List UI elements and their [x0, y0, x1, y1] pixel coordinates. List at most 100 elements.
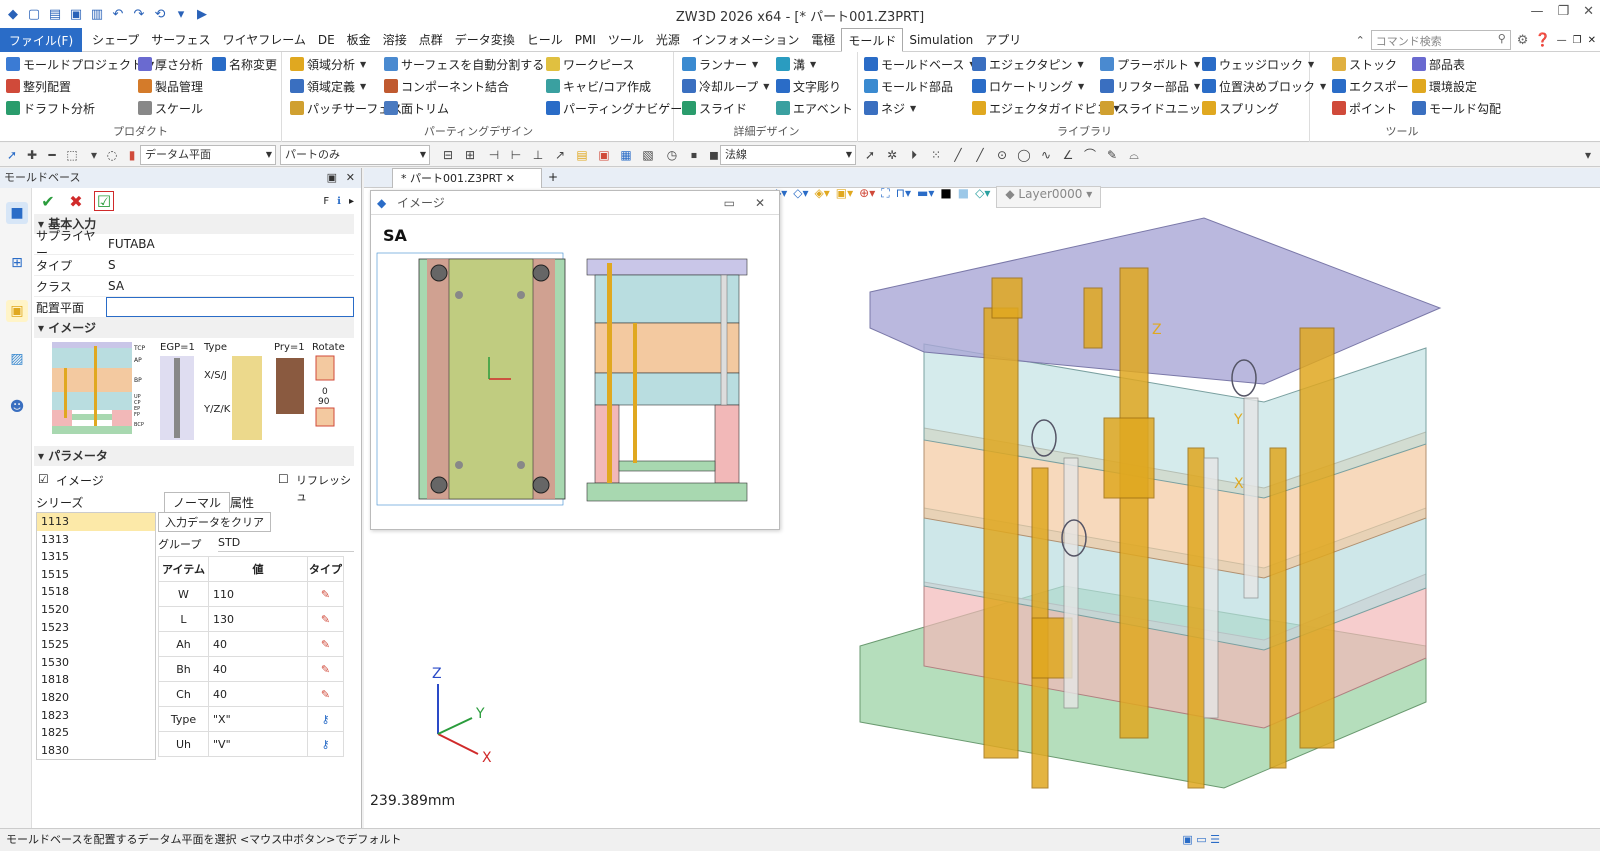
- series-item[interactable]: 1515: [37, 566, 155, 584]
- moldbase-button[interactable]: モールドベース▼: [864, 54, 976, 74]
- normal-combo[interactable]: 法線 ▼: [720, 145, 856, 165]
- option-a-icon[interactable]: F: [323, 196, 329, 207]
- product-manage-button[interactable]: 製品管理: [138, 76, 203, 96]
- ribbon-tab[interactable]: データ変換: [449, 28, 521, 52]
- gear-snap-icon[interactable]: ✲: [884, 147, 900, 163]
- option-c-icon[interactable]: ▸: [349, 196, 354, 207]
- view-c-icon[interactable]: ▧: [640, 147, 656, 163]
- doc-minimize-icon[interactable]: —: [1557, 35, 1567, 46]
- command-search-input[interactable]: コマンド検索 ⚲: [1370, 30, 1511, 50]
- series-item[interactable]: 1523: [37, 619, 155, 637]
- line-icon[interactable]: ╱: [950, 147, 966, 163]
- info-icon[interactable]: ℹ: [337, 196, 341, 207]
- doc-tab-part001[interactable]: * パート001.Z3PRT ✕: [392, 168, 542, 188]
- edit-pencil-icon[interactable]: ✎: [307, 631, 344, 657]
- add-icon[interactable]: ✚: [24, 147, 40, 163]
- series-item[interactable]: 1823: [37, 707, 155, 725]
- circle-center-icon[interactable]: ⊙: [994, 147, 1010, 163]
- image-checkbox[interactable]: ☑: [38, 472, 49, 486]
- param-value-combo[interactable]: 40: [208, 631, 308, 657]
- component-combine-button[interactable]: コンポーネント結合: [384, 76, 509, 96]
- apply-button[interactable]: ☑: [94, 191, 114, 211]
- ribbon-tab[interactable]: モールド: [841, 28, 904, 52]
- slide-unit-button[interactable]: スライドユニット: [1100, 98, 1213, 118]
- filter-a-icon[interactable]: ⊣: [486, 147, 502, 163]
- edit-pencil-icon[interactable]: ✎: [307, 581, 344, 607]
- thickness-analysis-button[interactable]: 厚さ分析: [138, 54, 203, 74]
- region-analysis-button[interactable]: 領域分析 ▼: [290, 54, 366, 74]
- bom-button[interactable]: 部品表: [1412, 54, 1465, 74]
- ribbon-tab[interactable]: サーフェス: [145, 28, 216, 52]
- moldbase-tab-icon[interactable]: ■: [6, 202, 28, 224]
- series-item[interactable]: 1820: [37, 689, 155, 707]
- toolbar-overflow-icon[interactable]: ▾: [1580, 147, 1596, 163]
- ribbon-tab[interactable]: PMI: [569, 28, 602, 52]
- align-button[interactable]: 整列配置: [6, 76, 71, 96]
- workpiece-button[interactable]: ワークピース: [546, 54, 634, 74]
- series-item[interactable]: 1315: [37, 548, 155, 566]
- air-vent-button[interactable]: エアベント: [776, 98, 853, 118]
- ribbon-tab[interactable]: ワイヤフレーム: [217, 28, 312, 52]
- section-params[interactable]: ▾ パラメータ: [34, 446, 354, 466]
- series-item[interactable]: 1818: [37, 671, 155, 689]
- cavity-core-button[interactable]: キャビ/コア作成: [546, 76, 651, 96]
- snap-icon[interactable]: ⊟: [440, 147, 456, 163]
- datum-plane-combo[interactable]: データム平面 ▼: [140, 145, 276, 165]
- series-item[interactable]: 1830: [37, 742, 155, 760]
- field-value[interactable]: FUTABA: [106, 237, 354, 251]
- param-value-combo[interactable]: 110: [208, 581, 308, 607]
- slide-button[interactable]: スライド: [682, 98, 747, 118]
- doc-tab-close-icon[interactable]: ✕: [506, 172, 515, 185]
- graphics-viewport[interactable]: * パート001.Z3PRT ✕ + ◆▾ ◇▾ ◈▾ ▣▾ ⊕▾ ⛶ ⊓▾ ▬…: [364, 168, 1600, 828]
- box-select-icon[interactable]: ⬚: [64, 147, 80, 163]
- collapse-ribbon-icon[interactable]: ⌃: [1356, 34, 1365, 47]
- remove-icon[interactable]: ━: [44, 147, 60, 163]
- ribbon-tab[interactable]: アプリ: [979, 28, 1027, 52]
- series-item[interactable]: 1113: [37, 513, 155, 531]
- scale-button[interactable]: スケール: [138, 98, 203, 118]
- filter-d-icon[interactable]: ↗: [552, 147, 568, 163]
- filter-c-icon[interactable]: ⊥: [530, 147, 546, 163]
- ok-button[interactable]: ✔: [38, 191, 58, 211]
- play-icon[interactable]: ⏵: [906, 147, 922, 163]
- region-define-button[interactable]: 領域定義 ▼: [290, 76, 366, 96]
- circle-icon[interactable]: ◯: [1016, 147, 1032, 163]
- groove-button[interactable]: 溝 ▼: [776, 54, 816, 74]
- param-value-combo[interactable]: 40: [208, 656, 308, 682]
- screw-button[interactable]: ネジ ▼: [864, 98, 916, 118]
- wedge-lock-button[interactable]: ウェッジロック ▼: [1202, 54, 1314, 74]
- series-item[interactable]: 1518: [37, 583, 155, 601]
- restore-icon[interactable]: ❐: [1557, 4, 1569, 19]
- cooling-loop-button[interactable]: 冷却ループ ▼: [682, 76, 769, 96]
- param-value-combo[interactable]: 40: [208, 681, 308, 707]
- filter-icon[interactable]: ▾: [86, 147, 102, 163]
- draft-analysis-button[interactable]: ドラフト分析: [6, 98, 95, 118]
- param-value-combo[interactable]: 130: [208, 606, 308, 632]
- line2-icon[interactable]: ╱: [972, 147, 988, 163]
- cancel-button[interactable]: ✖: [66, 191, 86, 211]
- ribbon-tab[interactable]: DE: [312, 28, 341, 52]
- ribbon-tab[interactable]: ツール: [602, 28, 650, 52]
- ribbon-tab[interactable]: 溶接: [377, 28, 413, 52]
- mold-parts-button[interactable]: モールド部品: [864, 76, 953, 96]
- help-icon[interactable]: ❓: [1534, 33, 1550, 48]
- assembly-tab-icon[interactable]: ⊞: [6, 252, 28, 274]
- filter-b-icon[interactable]: ⊢: [508, 147, 524, 163]
- rename-button[interactable]: 名称変更: [212, 54, 277, 74]
- pin-icon[interactable]: ▣: [327, 168, 337, 188]
- series-item[interactable]: 1525: [37, 636, 155, 654]
- tab-attributes[interactable]: 属性: [230, 494, 254, 511]
- ejector-guide-pin-button[interactable]: エジェクタガイドピン ▼: [972, 98, 1120, 118]
- series-item[interactable]: 1313: [37, 531, 155, 549]
- face-trim-button[interactable]: 面トリム: [384, 98, 449, 118]
- doc-restore-icon[interactable]: ❐: [1573, 35, 1582, 46]
- points-icon[interactable]: ⁙: [928, 147, 944, 163]
- field-value[interactable]: S: [106, 258, 354, 272]
- export-button[interactable]: エクスポート: [1332, 76, 1421, 96]
- spring-button[interactable]: スプリング: [1202, 98, 1279, 118]
- field-value[interactable]: SA: [106, 279, 354, 293]
- series-item[interactable]: 1530: [37, 654, 155, 672]
- ejector-pin-button[interactable]: エジェクタピン ▼: [972, 54, 1084, 74]
- auto-split-surface-button[interactable]: サーフェスを自動分割する▼: [384, 54, 555, 74]
- layer-icon[interactable]: ▤: [574, 147, 590, 163]
